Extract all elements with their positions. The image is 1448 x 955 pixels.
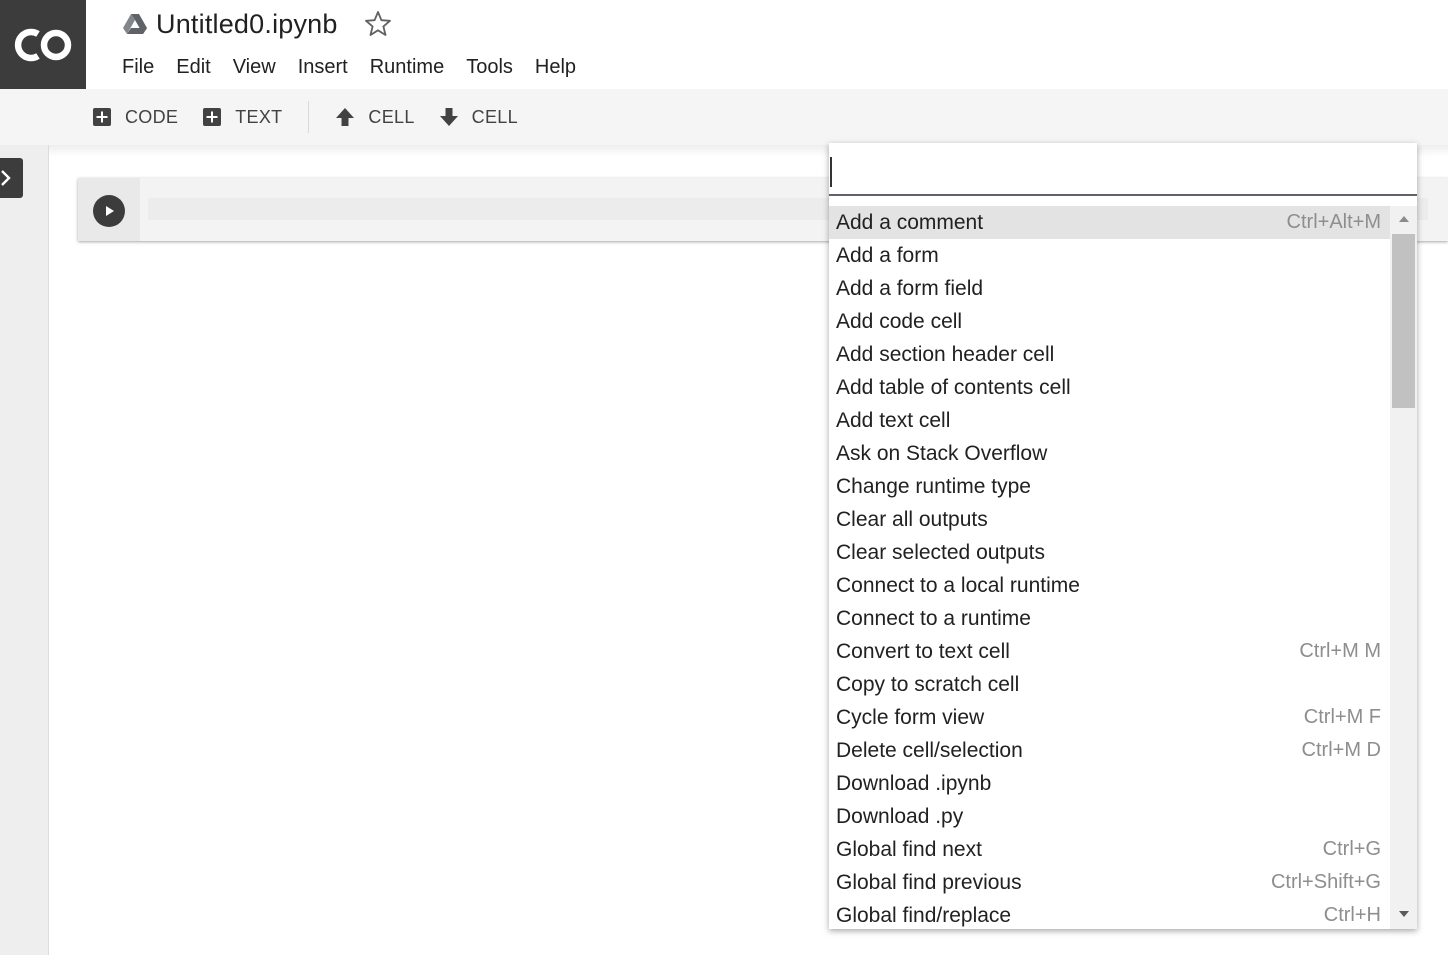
command-label: Global find/replace [836, 903, 1012, 927]
colab-logo-mark [14, 28, 72, 61]
command-label: Add a comment [836, 210, 984, 234]
command-label: Delete cell/selection [836, 738, 1023, 762]
move-cell-down-label: CELL [471, 106, 518, 127]
command-item[interactable]: Delete cell/selection Ctrl+M D [829, 734, 1390, 767]
add-code-cell-label: CODE [125, 106, 179, 127]
scroll-down-button[interactable] [1390, 903, 1417, 925]
command-item[interactable]: Add a comment Ctrl+Alt+M [829, 206, 1390, 239]
arrow-down-icon [439, 108, 458, 126]
command-label: Ask on Stack Overflow [836, 441, 1048, 465]
toolbar: CODE TEXT CELL CELL [0, 89, 1448, 145]
command-label: Download .py [836, 804, 964, 828]
command-shortcut: Ctrl+Alt+M [1286, 211, 1381, 233]
command-shortcut: Ctrl+H [1323, 904, 1381, 926]
sidebar-toggle-button[interactable] [0, 158, 23, 198]
command-item[interactable]: Download .ipynb [829, 767, 1390, 800]
run-cell-button[interactable] [93, 195, 125, 227]
command-item[interactable]: Ask on Stack Overflow [829, 437, 1390, 470]
menu-tools[interactable]: Tools [455, 52, 524, 82]
move-cell-up-button[interactable]: CELL [335, 97, 414, 137]
menu-view[interactable]: View [222, 52, 287, 82]
move-cell-up-label: CELL [368, 106, 415, 127]
command-label: Cycle form view [836, 705, 985, 729]
menu-file[interactable]: File [111, 52, 165, 82]
menu-help[interactable]: Help [524, 52, 587, 82]
command-item[interactable]: Download .py [829, 800, 1390, 833]
command-item[interactable]: Connect to a runtime [829, 602, 1390, 635]
command-search-input[interactable] [829, 143, 1417, 194]
command-label: Copy to scratch cell [836, 672, 1020, 696]
command-label: Add code cell [836, 309, 963, 333]
command-item[interactable]: Add text cell [829, 404, 1390, 437]
colab-window: Untitled0.ipynb File Edit View Insert Ru… [0, 0, 1448, 955]
command-shortcut: Ctrl+G [1322, 838, 1381, 860]
command-label: Change runtime type [836, 474, 1031, 498]
command-item[interactable]: Global find previous Ctrl+Shift+G [829, 866, 1390, 899]
text-caret [830, 157, 832, 187]
command-search-wrap [829, 143, 1417, 196]
command-item[interactable]: Add section header cell [829, 338, 1390, 371]
toolbar-divider [308, 101, 310, 133]
command-label: Global find previous [836, 870, 1022, 894]
command-item[interactable]: Cycle form view Ctrl+M F [829, 701, 1390, 734]
title-row: Untitled0.ipynb [122, 6, 392, 42]
triangle-up-icon [1398, 216, 1409, 222]
command-label: Add section header cell [836, 342, 1055, 366]
arrow-up-icon [336, 108, 355, 126]
command-item[interactable]: Add a form field [829, 272, 1390, 305]
command-item[interactable]: Global find/replace Ctrl+H [829, 899, 1390, 929]
command-label: Add a form field [836, 276, 984, 300]
plus-box-icon [93, 108, 111, 126]
menu-runtime[interactable]: Runtime [359, 52, 455, 82]
command-shortcut: Ctrl+M D [1301, 739, 1381, 761]
command-label: Convert to text cell [836, 639, 1010, 663]
notebook-title[interactable]: Untitled0.ipynb [156, 9, 338, 40]
command-label: Connect to a local runtime [836, 573, 1080, 597]
menu-edit[interactable]: Edit [165, 52, 221, 82]
command-label: Clear all outputs [836, 507, 988, 531]
command-shortcut: Ctrl+Shift+G [1270, 871, 1381, 893]
move-cell-down-button[interactable]: CELL [439, 97, 518, 137]
left-sidebar-strip [0, 145, 49, 955]
command-label: Clear selected outputs [836, 540, 1045, 564]
menu-insert[interactable]: Insert [287, 52, 359, 82]
command-item[interactable]: Add code cell [829, 305, 1390, 338]
add-text-cell-button[interactable]: TEXT [202, 97, 282, 137]
add-code-cell-button[interactable]: CODE [92, 97, 178, 137]
command-item[interactable]: Clear selected outputs [829, 536, 1390, 569]
colab-logo[interactable] [0, 0, 86, 89]
google-drive-icon [123, 14, 147, 34]
command-label: Add table of contents cell [836, 375, 1071, 399]
command-item[interactable]: Global find next Ctrl+G [829, 833, 1390, 866]
command-label: Connect to a runtime [836, 606, 1031, 630]
play-icon [106, 206, 114, 216]
triangle-down-icon [1398, 911, 1409, 917]
command-list-scrollbar[interactable] [1390, 206, 1417, 929]
plus-box-icon [203, 108, 222, 126]
add-text-cell-label: TEXT [235, 106, 283, 127]
command-palette: Add a comment Ctrl+Alt+M Add a form Add a f… [829, 143, 1417, 929]
command-item[interactable]: Convert to text cell Ctrl+M M [829, 635, 1390, 668]
command-item[interactable]: Copy to scratch cell [829, 668, 1390, 701]
command-item[interactable]: Change runtime type [829, 470, 1390, 503]
command-item[interactable]: Add a form [829, 239, 1390, 272]
chevron-right-icon [1, 170, 11, 186]
command-shortcut: Ctrl+M M [1299, 640, 1381, 662]
command-label: Add a form [836, 243, 939, 267]
star-icon[interactable] [364, 10, 392, 38]
menubar: File Edit View Insert Runtime Tools Help [111, 52, 587, 82]
scroll-up-button[interactable] [1390, 208, 1417, 230]
command-label: Download .ipynb [836, 771, 992, 795]
command-item[interactable]: Clear all outputs [829, 503, 1390, 536]
command-shortcut: Ctrl+M F [1303, 706, 1381, 728]
command-list: Add a comment Ctrl+Alt+M Add a form Add a f… [829, 206, 1390, 929]
cell-gutter [78, 178, 140, 241]
command-label: Global find next [836, 837, 982, 861]
scrollbar-thumb[interactable] [1392, 234, 1415, 408]
command-item[interactable]: Connect to a local runtime [829, 569, 1390, 602]
command-label: Add text cell [836, 408, 951, 432]
command-item[interactable]: Add table of contents cell [829, 371, 1390, 404]
